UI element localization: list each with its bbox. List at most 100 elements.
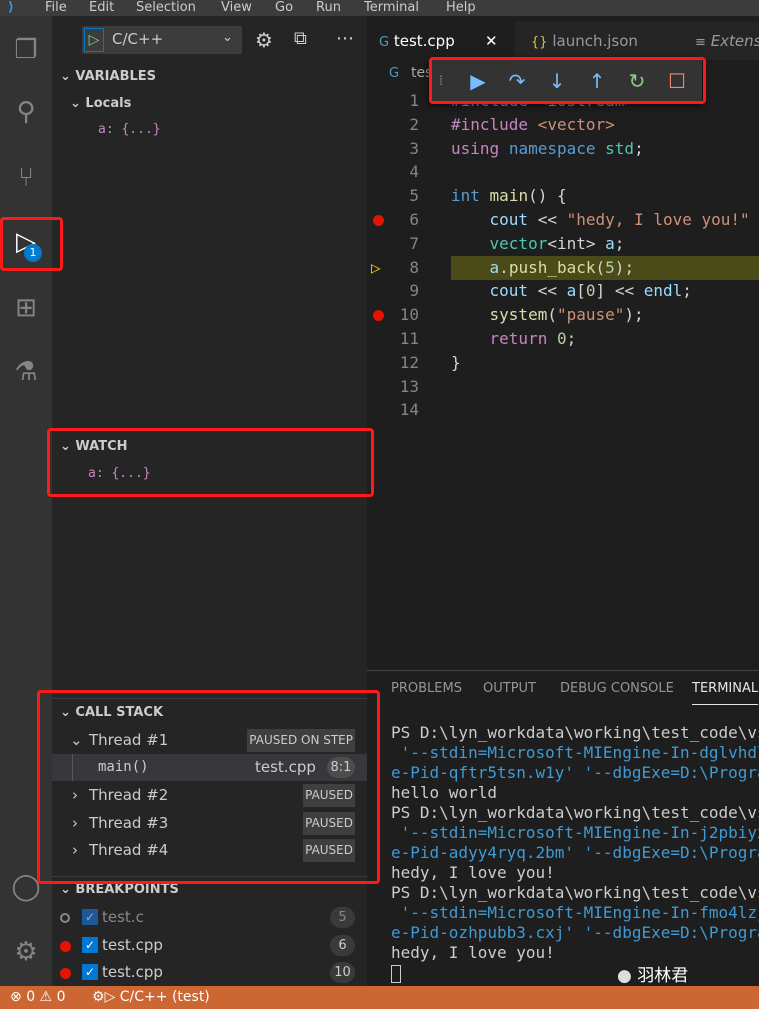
- debug-console-icon[interactable]: ⧉: [294, 28, 307, 49]
- frame-name: main(): [98, 759, 149, 775]
- settings-gear-icon[interactable]: ⚙: [6, 932, 46, 972]
- line-number: 10: [399, 305, 419, 325]
- menu-run[interactable]: Run: [316, 0, 341, 15]
- tab-debug-console[interactable]: DEBUG CONSOLE: [560, 681, 674, 696]
- code-line[interactable]: 6 cout << "hedy, I love you!": [367, 208, 759, 232]
- variables-header[interactable]: ⌄ VARIABLES: [60, 69, 156, 84]
- breakpoints-title: BREAKPOINTS: [75, 882, 179, 897]
- checkbox[interactable]: ✓: [82, 964, 98, 980]
- terminal-line: '--stdin=Microsoft-MIEngine-In-fmo4lzjm.: [391, 903, 759, 922]
- problems-status[interactable]: ⊗ 0 ⚠ 0: [10, 986, 65, 1009]
- tab-label: launch.json: [552, 32, 638, 50]
- debug-config: C/C++ (test): [119, 989, 210, 1005]
- code-line[interactable]: 7 vector<int> a;: [367, 232, 759, 256]
- start-debug-icon[interactable]: ▷: [84, 28, 104, 52]
- terminal-line: PS D:\lyn_workdata\working\test_code\vsc…: [391, 883, 759, 902]
- thread-row[interactable]: ⌄ Thread #1 PAUSED ON STEP: [52, 727, 367, 754]
- breakpoint-item[interactable]: ✓ test.cpp 6: [52, 932, 367, 959]
- extensions-icon[interactable]: ⊞: [6, 288, 46, 328]
- code-line[interactable]: 10 system("pause");: [367, 303, 759, 327]
- testing-icon[interactable]: ⚗: [6, 352, 46, 392]
- json-icon: {}: [531, 35, 548, 50]
- source-control-icon[interactable]: ⑂: [6, 158, 46, 198]
- explorer-icon[interactable]: ❐: [6, 30, 46, 70]
- variable-a[interactable]: a: {...}: [98, 122, 161, 137]
- terminal[interactable]: PS D:\lyn_workdata\working\test_code\vsc…: [367, 723, 759, 983]
- call-stack-header[interactable]: ⌄ CALL STACK: [60, 705, 163, 720]
- thread-state: PAUSED: [303, 812, 355, 835]
- step-into-icon[interactable]: ↓: [544, 68, 570, 94]
- menu-view[interactable]: View: [221, 0, 252, 15]
- debug-toolbar: ⁞ ▶ ↷ ↓ ↑ ↻ ☐: [430, 60, 702, 102]
- search-icon[interactable]: ⚲: [6, 92, 46, 132]
- tab-terminal[interactable]: TERMINAL: [692, 681, 759, 705]
- thread-name: Thread #1: [89, 731, 169, 749]
- account-icon[interactable]: ◯: [6, 867, 46, 907]
- code-text: int main() {: [451, 186, 567, 206]
- stack-frame-row[interactable]: main() test.cpp 8:1: [52, 754, 367, 781]
- tab-launch-json[interactable]: {} launch.json: [519, 22, 679, 60]
- terminal-line: PS D:\lyn_workdata\working\test_code\vsc…: [391, 723, 759, 742]
- code-line[interactable]: 9 cout << a[0] << endl;: [367, 279, 759, 303]
- terminal-cursor: [391, 965, 401, 983]
- debug-status[interactable]: ⚙▷ C/C++ (test): [92, 986, 210, 1009]
- editor[interactable]: G test.cpp 1#include <iostream>2#include…: [367, 12, 759, 670]
- code-line[interactable]: ▷ 8 a.push_back(5);: [367, 255, 759, 280]
- menu-terminal[interactable]: Terminal: [364, 0, 419, 15]
- more-icon[interactable]: ⋯: [336, 28, 354, 49]
- code-line[interactable]: 13: [367, 375, 759, 399]
- debug-config-select[interactable]: ▷ C/C++ ⌄: [82, 26, 242, 54]
- menu-file[interactable]: File: [45, 0, 67, 15]
- tab-problems[interactable]: PROBLEMS: [391, 681, 462, 696]
- stop-icon[interactable]: ☐: [664, 68, 690, 94]
- breakpoint-item[interactable]: ✓ test.c 5: [52, 904, 367, 931]
- step-over-icon[interactable]: ↷: [504, 68, 530, 94]
- thread-row[interactable]: › Thread #2 PAUSED: [52, 782, 367, 809]
- drag-handle-icon[interactable]: ⁞: [434, 68, 448, 94]
- watch-item-a[interactable]: a: {...}: [88, 466, 151, 481]
- editor-tabs: G test.cpp ✕ {} launch.json ≡ Extensi: [367, 22, 759, 60]
- thread-row[interactable]: › Thread #3 PAUSED: [52, 810, 367, 837]
- breakpoint-item[interactable]: ✓ test.cpp 10: [52, 959, 367, 986]
- watch-header[interactable]: ⌄ WATCH: [60, 439, 128, 454]
- code-line[interactable]: 3 using namespace std;: [367, 137, 759, 161]
- variables-title: VARIABLES: [75, 69, 157, 84]
- code-area[interactable]: 1#include <iostream>2#include <vector>3u…: [367, 89, 759, 429]
- gear-icon[interactable]: ⚙: [255, 28, 273, 52]
- code-line[interactable]: 5 int main() {: [367, 184, 759, 208]
- tab-output[interactable]: OUTPUT: [483, 681, 536, 696]
- breakpoint-file: test.cpp: [102, 963, 163, 981]
- run-debug-icon[interactable]: ▷ 1: [6, 222, 46, 262]
- thread-row[interactable]: › Thread #4 PAUSED: [52, 837, 367, 864]
- thread-name: Thread #4: [89, 841, 169, 859]
- close-icon[interactable]: ✕: [485, 22, 498, 60]
- code-line[interactable]: 2 #include <vector>: [367, 113, 759, 137]
- watermark-text: 羽林君: [637, 966, 689, 986]
- continue-icon[interactable]: ▶: [465, 68, 491, 94]
- vscode-logo-icon: ⟩: [8, 0, 14, 15]
- code-line[interactable]: 12}: [367, 351, 759, 375]
- code-text: return 0;: [489, 329, 577, 348]
- step-out-icon[interactable]: ↑: [584, 68, 610, 94]
- restart-icon[interactable]: ↻: [624, 68, 650, 94]
- menu-help[interactable]: Help: [446, 0, 476, 15]
- code-line[interactable]: 14: [367, 398, 759, 422]
- tab-test-cpp[interactable]: G test.cpp ✕: [367, 22, 515, 60]
- code-line[interactable]: 4: [367, 160, 759, 184]
- thread-state: PAUSED: [303, 784, 355, 807]
- breakpoint-icon: [60, 968, 71, 979]
- breakpoints-header[interactable]: ⌄ BREAKPOINTS: [60, 882, 179, 897]
- checkbox[interactable]: ✓: [82, 909, 98, 925]
- tab-extension[interactable]: ≡ Extensi: [683, 22, 759, 60]
- checkbox[interactable]: ✓: [82, 937, 98, 953]
- locals-scope[interactable]: ⌄ Locals: [70, 96, 131, 111]
- debug-badge: 1: [24, 244, 42, 262]
- code-line[interactable]: 11 return 0;: [367, 327, 759, 351]
- menu-selection[interactable]: Selection: [136, 0, 196, 15]
- menu-edit[interactable]: Edit: [89, 0, 114, 15]
- error-count: 0: [26, 989, 36, 1005]
- thread-name: Thread #3: [89, 814, 169, 832]
- menu-go[interactable]: Go: [275, 0, 293, 15]
- wechat-icon: ●: [617, 966, 632, 986]
- status-bar: ⊗ 0 ⚠ 0 ⚙▷ C/C++ (test): [0, 986, 759, 1009]
